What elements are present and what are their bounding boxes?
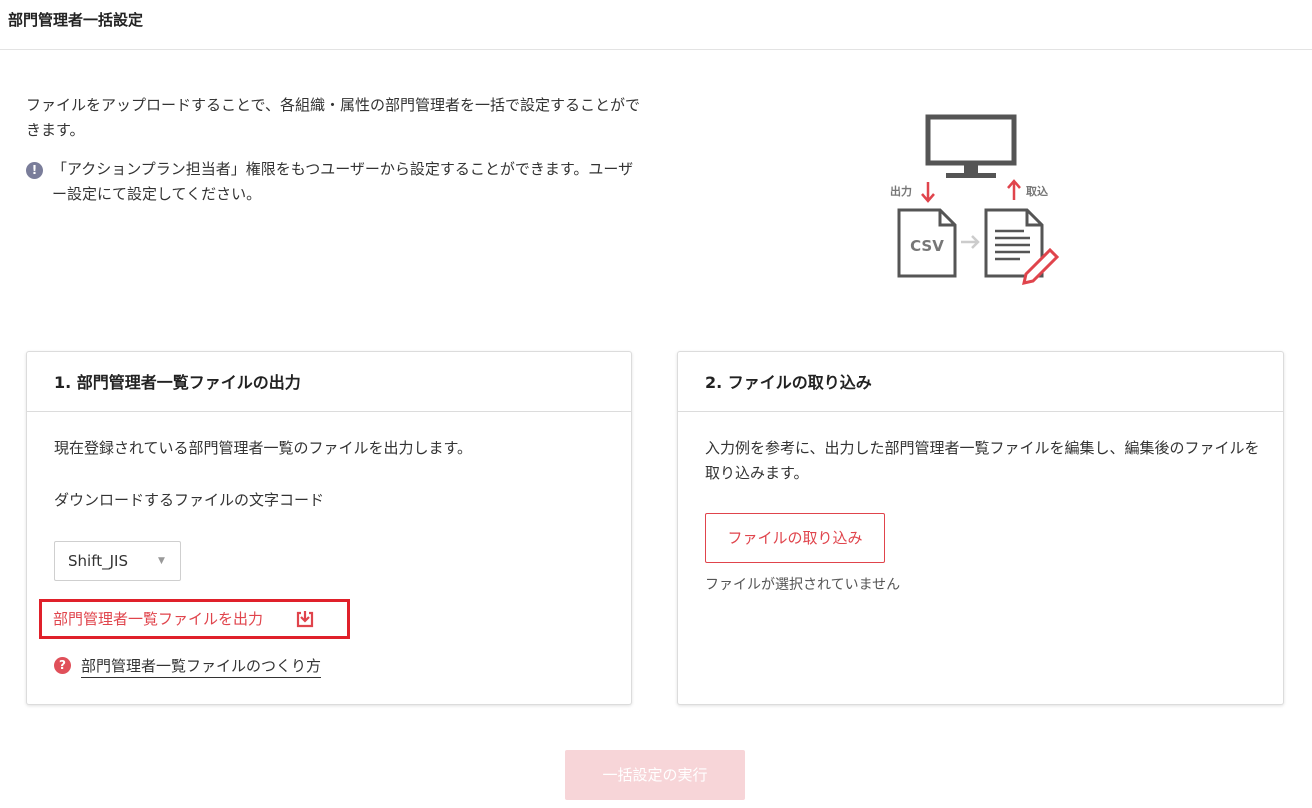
execute-bulk-setting-button[interactable]: 一括設定の実行 xyxy=(565,750,745,800)
encoding-selected-value: Shift_JIS xyxy=(68,552,128,570)
export-card: 1. 部門管理者一覧ファイルの出力 現在登録されている部門管理者一覧のファイルを… xyxy=(26,351,632,705)
encoding-select[interactable]: Shift_JIS ▼ xyxy=(54,541,181,581)
download-icon[interactable] xyxy=(295,608,315,628)
import-label: 取込 xyxy=(1026,184,1048,198)
page-header: 部門管理者一括設定 xyxy=(0,0,1312,50)
import-card-title: 2. ファイルの取り込み xyxy=(705,373,872,392)
encoding-label: ダウンロードするファイルの文字コード xyxy=(54,491,325,509)
caret-down-icon: ▼ xyxy=(158,556,165,566)
page-title: 部門管理者一括設定 xyxy=(8,11,144,29)
intro-description: ファイルをアップロードすることで、各組織・属性の部門管理者を一括で設定することが… xyxy=(26,96,640,139)
export-link-highlight: 部門管理者一覧ファイルを出力 xyxy=(39,599,350,639)
export-card-title: 1. 部門管理者一覧ファイルの出力 xyxy=(54,373,301,392)
import-description: 入力例を参考に、出力した部門管理者一覧ファイルを編集し、編集後のファイルを取り込… xyxy=(705,439,1260,482)
exclamation-icon: ! xyxy=(26,162,43,179)
notice-text: 「アクションプラン担当者」権限をもつユーザーから設定することができます。ユーザー… xyxy=(52,160,634,203)
question-icon: ? xyxy=(54,657,71,674)
file-status: ファイルが選択されていません xyxy=(705,577,901,593)
import-card: 2. ファイルの取り込み 入力例を参考に、出力した部門管理者一覧ファイルを編集し… xyxy=(677,351,1284,705)
csv-flow-illustration: 出力 取込 CSV xyxy=(880,108,1070,288)
export-card-header: 1. 部門管理者一覧ファイルの出力 xyxy=(27,352,631,412)
import-card-header: 2. ファイルの取り込み xyxy=(678,352,1283,412)
export-file-link[interactable]: 部門管理者一覧ファイルを出力 xyxy=(53,608,263,629)
csv-label: CSV xyxy=(910,237,944,255)
monitor-csv-document-icon: 出力 取込 CSV xyxy=(890,114,1060,285)
output-label: 出力 xyxy=(890,184,912,198)
export-description: 現在登録されている部門管理者一覧のファイルを出力します。 xyxy=(54,439,473,457)
how-to-create-file-link[interactable]: 部門管理者一覧ファイルのつくり方 xyxy=(81,655,322,678)
import-file-button[interactable]: ファイルの取り込み xyxy=(705,513,885,563)
